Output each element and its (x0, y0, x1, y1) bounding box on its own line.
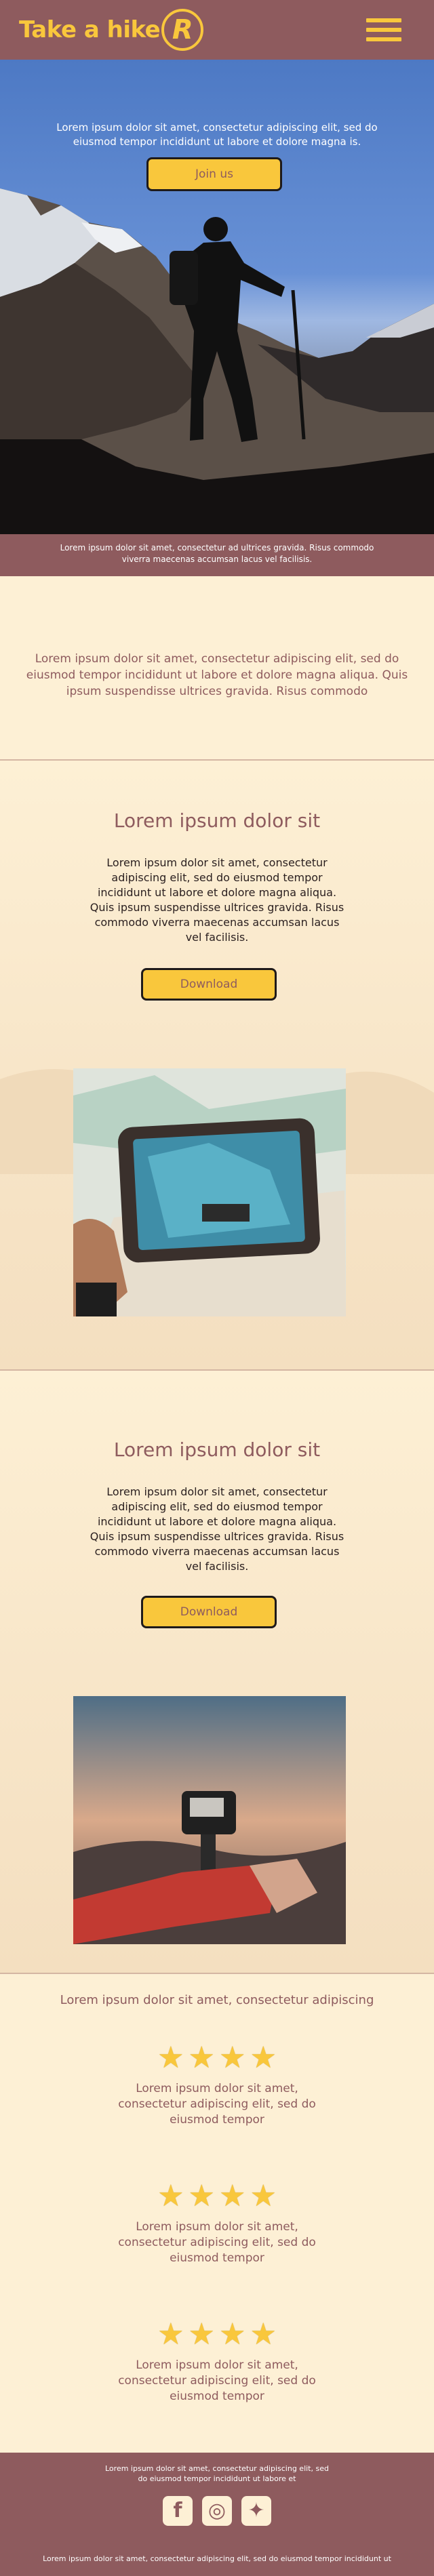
star-icon: ★ (250, 2040, 277, 2075)
site-footer: Lorem ipsum dolor sit amet, consectetur … (0, 2453, 434, 2576)
twitter-icon[interactable]: ✦ (241, 2496, 271, 2526)
review-card: ★ ★ ★ ★ Lorem ipsum dolor sit amet, cons… (115, 2181, 319, 2266)
section-body: Lorem ipsum dolor sit amet, consectetur … (90, 856, 344, 944)
review-card: ★ ★ ★ ★ Lorem ipsum dolor sit amet, cons… (115, 2043, 319, 2128)
logo-badge-icon: R (161, 9, 204, 51)
menu-line (366, 37, 401, 41)
star-icon: ★ (157, 2040, 184, 2075)
star-icon: ★ (188, 2179, 215, 2213)
star-rating: ★ ★ ★ ★ (115, 2181, 319, 2211)
star-icon: ★ (157, 2179, 184, 2213)
logo[interactable]: Take a hike R (19, 9, 204, 51)
section-title: Lorem ipsum dolor sit (113, 809, 321, 832)
caption-bar: Lorem ipsum dolor sit amet, consectetur … (0, 534, 434, 576)
join-us-button[interactable]: Join us (146, 157, 282, 191)
hamburger-icon[interactable] (366, 18, 401, 41)
tablet-map-photo (73, 1068, 346, 1316)
download-button[interactable]: Download (141, 968, 277, 1001)
menu-line (366, 18, 401, 22)
section-title: Lorem ipsum dolor sit (113, 1438, 321, 1461)
site-header: Take a hike R (0, 0, 434, 60)
star-icon: ★ (219, 2040, 246, 2075)
section-divider (0, 1973, 434, 1974)
logo-text: Take a hike (19, 16, 161, 43)
facebook-icon[interactable]: f (163, 2496, 193, 2526)
social-links: f ◎ ✦ (0, 2496, 434, 2526)
hero-section: Lorem ipsum dolor sit amet, consectetur … (0, 60, 434, 534)
review-card: ★ ★ ★ ★ Lorem ipsum dolor sit amet, cons… (115, 2320, 319, 2404)
instagram-icon[interactable]: ◎ (202, 2496, 232, 2526)
footer-text: Lorem ipsum dolor sit amet, consectetur … (105, 2464, 329, 2483)
review-text: Lorem ipsum dolor sit amet, consectetur … (118, 2358, 316, 2403)
reviews-title: Lorem ipsum dolor sit amet, consectetur … (60, 1993, 374, 2007)
footer-bottom-text: Lorem ipsum dolor sit amet, consectetur … (43, 2554, 391, 2563)
intro-text: Lorem ipsum dolor sit amet, consectetur … (26, 652, 408, 698)
star-icon: ★ (157, 2317, 184, 2352)
menu-line (366, 28, 401, 32)
section-body: Lorem ipsum dolor sit amet, consectetur … (90, 1485, 344, 1573)
star-rating: ★ ★ ★ ★ (115, 2043, 319, 2073)
review-text: Lorem ipsum dolor sit amet, consectetur … (118, 2082, 316, 2127)
star-rating: ★ ★ ★ ★ (115, 2320, 319, 2350)
star-icon: ★ (219, 2317, 246, 2352)
review-text: Lorem ipsum dolor sit amet, consectetur … (118, 2220, 316, 2265)
action-camera-photo (73, 1696, 346, 1944)
star-icon: ★ (188, 2040, 215, 2075)
download-button[interactable]: Download (141, 1596, 277, 1628)
feature-section-1: Lorem ipsum dolor sit Lorem ipsum dolor … (0, 761, 434, 1369)
star-icon: ★ (250, 2317, 277, 2352)
star-icon: ★ (188, 2317, 215, 2352)
star-icon: ★ (219, 2179, 246, 2213)
hero-text: Lorem ipsum dolor sit amet, consectetur … (56, 121, 378, 148)
star-icon: ★ (250, 2179, 277, 2213)
feature-section-2: Lorem ipsum dolor sit Lorem ipsum dolor … (0, 1371, 434, 1973)
